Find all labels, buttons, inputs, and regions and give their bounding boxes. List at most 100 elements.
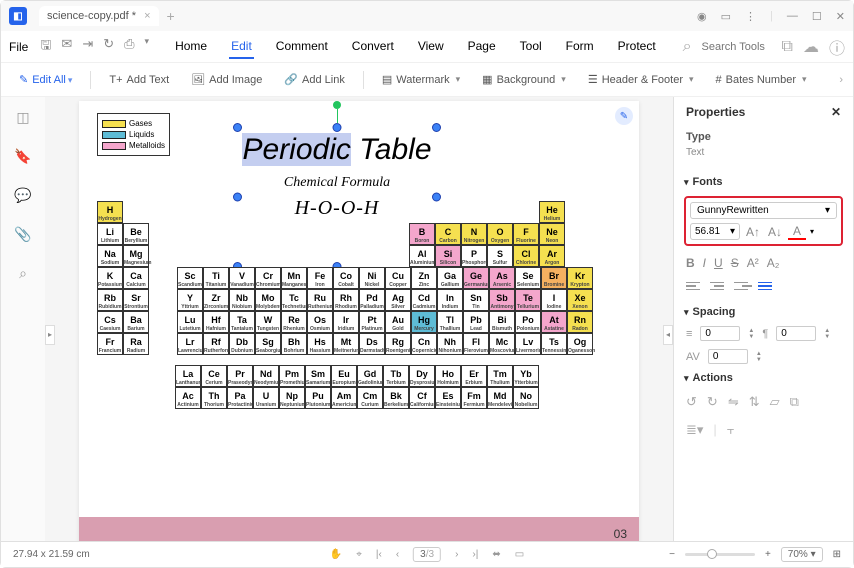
pdf-page[interactable]: ✎ Gases Liquids Metalloids Periodic Tabl… [79, 101, 639, 551]
spinner[interactable]: ▲▼ [824, 328, 830, 340]
expand-right-icon[interactable]: ◂ [663, 325, 673, 345]
comment-icon[interactable]: 💬 [14, 187, 31, 204]
fit-width-icon[interactable]: ⬌ [492, 549, 500, 560]
user-icon[interactable]: ◉ [697, 10, 707, 23]
background-button[interactable]: ▦ Background [474, 70, 574, 89]
zoom-in-icon[interactable]: + [765, 549, 771, 560]
rotate-ccw-icon[interactable]: ↺ [686, 394, 697, 410]
search-pane-icon[interactable]: ⌕ [19, 265, 27, 282]
spinner[interactable]: ▲▼ [756, 351, 762, 363]
print-icon[interactable]: ⎙ [124, 36, 134, 58]
menu-edit[interactable]: Edit [229, 35, 254, 59]
search-input[interactable] [702, 41, 772, 53]
flip-v-icon[interactable]: ⇅ [749, 394, 760, 410]
mail-icon[interactable]: ✉ [61, 36, 72, 58]
underline-button[interactable]: U [714, 256, 723, 270]
handle-tm[interactable] [333, 123, 342, 132]
thumbnails-icon[interactable]: ◫ [16, 109, 29, 126]
handle-tl[interactable] [233, 123, 242, 132]
align-left-button[interactable] [686, 278, 704, 294]
kebab-icon[interactable]: ⋮ [745, 10, 756, 23]
handle-tr[interactable] [432, 123, 441, 132]
menu-home[interactable]: Home [173, 35, 209, 59]
toolbar-overflow-icon[interactable]: › [839, 74, 843, 86]
doc-title[interactable]: Periodic Table [237, 127, 437, 167]
redo-icon[interactable]: ↻ [103, 36, 114, 58]
zoom-slider[interactable] [685, 553, 755, 556]
font-color-icon[interactable]: A [788, 224, 806, 240]
watermark-button[interactable]: ▤ Watermark [374, 70, 468, 89]
crop-icon[interactable]: ▱ [770, 394, 780, 410]
align-tool-icon[interactable]: ⫟ [727, 422, 735, 438]
bold-button[interactable]: B [686, 256, 695, 270]
header-footer-button[interactable]: ☰ Header & Footer [580, 70, 702, 89]
add-text-button[interactable]: T+ Add Text [101, 71, 177, 89]
italic-button[interactable]: I [703, 256, 706, 270]
edit-badge-icon[interactable]: ✎ [615, 107, 633, 125]
fonts-section-header[interactable]: Fonts [674, 172, 853, 192]
maximize-icon[interactable]: ☐ [812, 10, 822, 23]
popout-icon[interactable]: ⧉ [782, 38, 793, 56]
next-page-icon[interactable]: › [455, 549, 458, 560]
panel-close-icon[interactable]: ✕ [831, 105, 841, 119]
first-page-icon[interactable]: |‹ [376, 549, 382, 560]
hand-tool-icon[interactable]: ✋ [330, 549, 342, 560]
close-window-icon[interactable]: ✕ [836, 10, 845, 23]
align-justify-button[interactable] [758, 278, 776, 294]
spinner[interactable]: ▲▼ [748, 328, 754, 340]
font-size-select[interactable]: 56.81 ▾ [690, 223, 740, 240]
close-tab-icon[interactable]: × [144, 10, 150, 22]
list-icon[interactable]: ≣▾ [686, 422, 703, 438]
decrease-size-icon[interactable]: A↓ [766, 224, 784, 240]
search-icon[interactable]: ⌕ [683, 38, 692, 56]
align-center-button[interactable] [710, 278, 728, 294]
file-menu[interactable]: File [9, 40, 28, 54]
menu-comment[interactable]: Comment [274, 35, 330, 59]
strike-button[interactable]: S [731, 256, 739, 270]
prev-page-icon[interactable]: ‹ [396, 549, 399, 560]
app-menu-icon[interactable]: ▭ [721, 10, 731, 23]
bates-number-button[interactable]: # Bates Number [708, 71, 815, 89]
expand-left-icon[interactable]: ▸ [45, 325, 55, 345]
cloud-icon[interactable]: ☁ [803, 37, 819, 57]
align-right-button[interactable] [734, 278, 752, 294]
canvas[interactable]: ▸ ◂ ✎ Gases Liquids Metalloids [45, 97, 673, 552]
bookmark-icon[interactable]: 🔖 [14, 148, 31, 165]
edit-all-button[interactable]: ✎ Edit All [11, 70, 80, 89]
zoom-value[interactable]: 70% ▾ [781, 547, 823, 562]
menu-page[interactable]: Page [466, 35, 498, 59]
doc-subtitle[interactable]: Chemical Formula [237, 167, 437, 191]
zoom-out-icon[interactable]: − [669, 549, 675, 560]
rotate-cw-icon[interactable]: ↻ [707, 394, 718, 410]
help-icon[interactable]: ⓘ [829, 35, 845, 59]
actions-section-header[interactable]: Actions [674, 368, 853, 388]
chevron-down-icon[interactable]: ▾ [145, 36, 150, 58]
add-image-button[interactable]: 🖼 Add Image [183, 70, 270, 89]
rotate-handle[interactable] [333, 101, 341, 109]
select-tool-icon[interactable]: ⌖ [356, 549, 362, 560]
save-icon[interactable]: 🖫 [40, 36, 51, 58]
new-tab-button[interactable]: + [167, 8, 175, 24]
file-tab[interactable]: science-copy.pdf * × [39, 6, 159, 26]
line-spacing-input[interactable] [700, 326, 740, 341]
share-icon[interactable]: ⇥ [82, 36, 93, 58]
slider-thumb[interactable] [707, 549, 717, 559]
font-family-select[interactable]: GunnyRewritten ▾ [690, 202, 837, 219]
view-mode-icon[interactable]: ⊞ [833, 549, 841, 560]
char-spacing-input[interactable] [708, 349, 748, 364]
minimize-icon[interactable]: — [787, 10, 798, 23]
last-page-icon[interactable]: ›| [472, 549, 478, 560]
page-indicator[interactable]: 3/3 [413, 547, 441, 562]
menu-form[interactable]: Form [564, 35, 596, 59]
extract-icon[interactable]: ⧉ [790, 394, 799, 410]
superscript-button[interactable]: A² [747, 256, 759, 270]
chevron-down-icon[interactable]: ▾ [810, 227, 814, 236]
attachment-icon[interactable]: 📎 [14, 226, 31, 243]
add-link-button[interactable]: 🔗 Add Link [276, 70, 353, 89]
spacing-section-header[interactable]: Spacing [674, 302, 853, 322]
flip-h-icon[interactable]: ⇋ [728, 394, 739, 410]
para-spacing-input[interactable] [776, 326, 816, 341]
menu-tool[interactable]: Tool [518, 35, 544, 59]
fit-page-icon[interactable]: ▭ [515, 549, 524, 560]
menu-view[interactable]: View [416, 35, 446, 59]
